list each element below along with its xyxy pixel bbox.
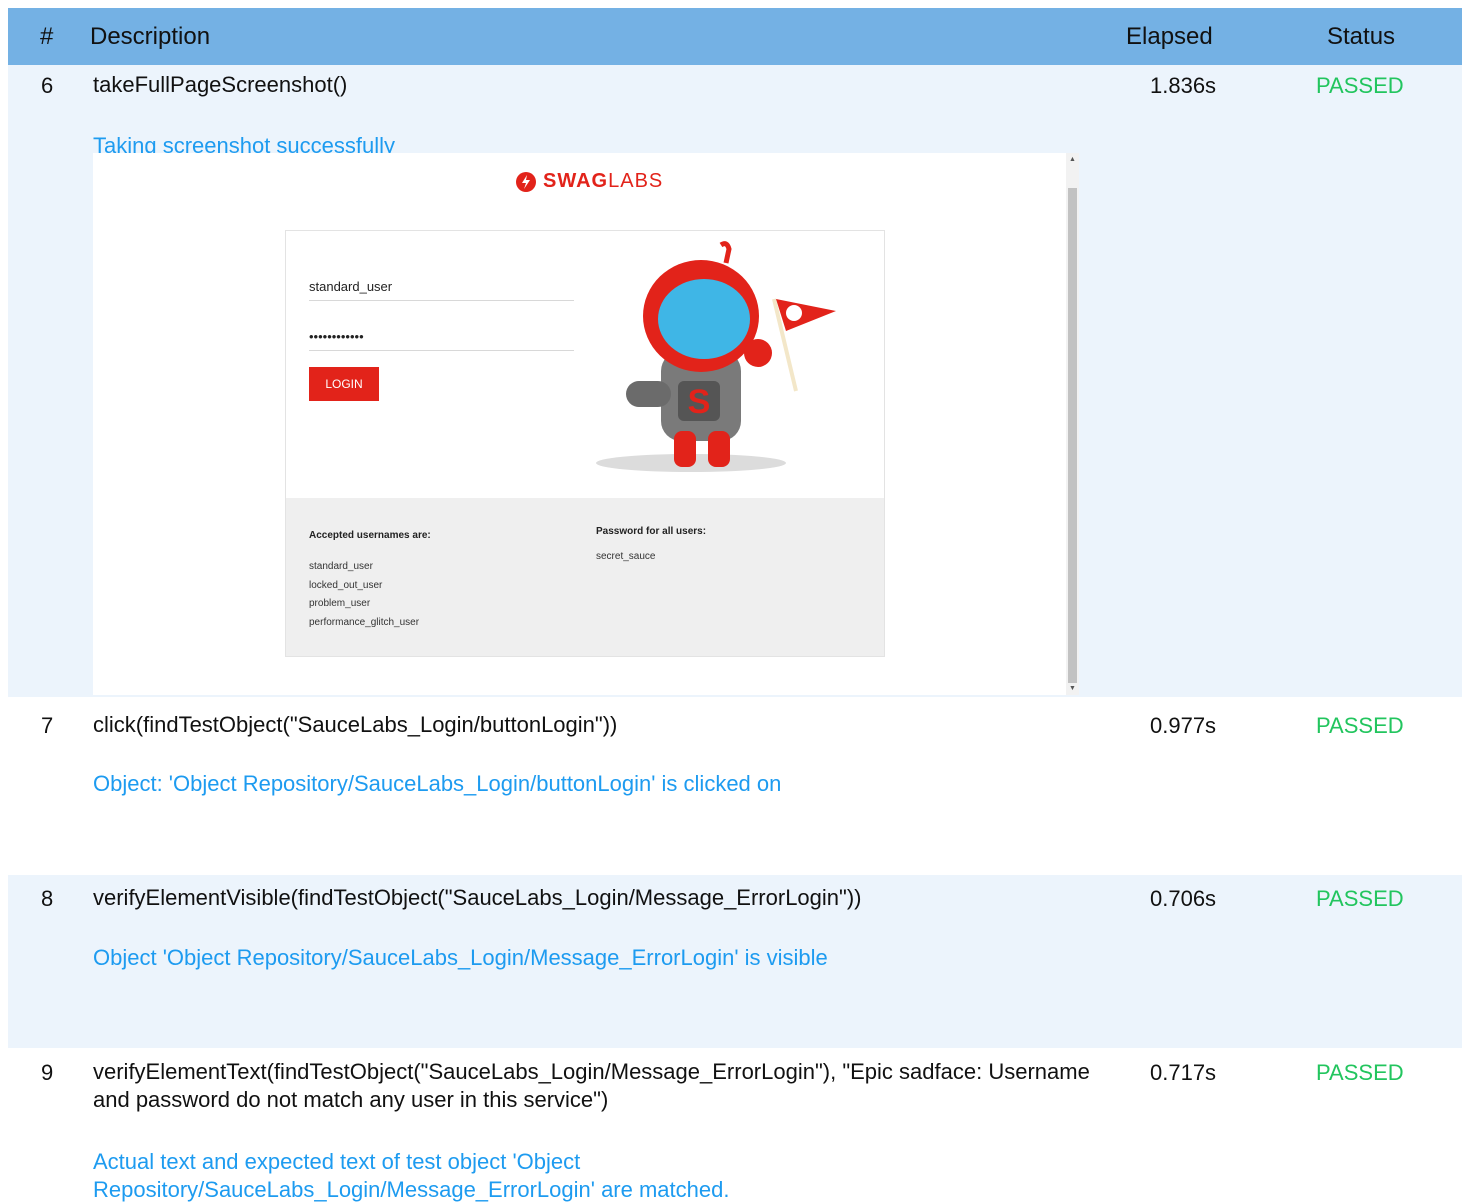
username-item: standard_user bbox=[309, 561, 373, 572]
username-item: problem_user bbox=[309, 598, 371, 609]
usernames-list: standard_user locked_out_user problem_us… bbox=[309, 558, 419, 632]
step-number: 6 bbox=[41, 73, 54, 98]
scroll-down-arrow-icon: ▼ bbox=[1069, 685, 1076, 692]
step-elapsed: 1.836s bbox=[1150, 73, 1217, 98]
swaglabs-logo-icon bbox=[516, 171, 536, 192]
table-row: 8 verifyElementVisible(findTestObject("S… bbox=[8, 875, 1462, 1048]
password-field: •••••••••••• bbox=[309, 311, 574, 351]
step-number: 7 bbox=[41, 713, 54, 738]
username-item: performance_glitch_user bbox=[309, 616, 420, 628]
step-status: PASSED bbox=[1316, 886, 1404, 911]
login-card: standard_user •••••••••••• LOGIN S Accep… bbox=[285, 230, 885, 657]
step-status: PASSED bbox=[1316, 73, 1404, 98]
step-message: Object: 'Object Repository/SauceLabs_Log… bbox=[93, 771, 782, 796]
step-elapsed: 0.717s bbox=[1150, 1060, 1217, 1085]
step-status: PASSED bbox=[1316, 713, 1404, 738]
scroll-up-arrow-icon: ▲ bbox=[1069, 156, 1076, 163]
step-description: takeFullPageScreenshot() bbox=[93, 72, 348, 97]
step-elapsed: 0.706s bbox=[1150, 886, 1217, 911]
table-row: 6 takeFullPageScreenshot() 1.836s PASSED… bbox=[8, 65, 1462, 697]
table-row: 9 verifyElementText(findTestObject("Sauc… bbox=[8, 1048, 1462, 1204]
robot-mascot-illustration: S bbox=[596, 241, 836, 472]
step-number: 9 bbox=[41, 1060, 54, 1085]
table-row: 7 click(findTestObject("SauceLabs_Login/… bbox=[8, 697, 1462, 875]
swaglabs-logo: SWAGLABS bbox=[515, 170, 663, 193]
step-description: verifyElementText(findTestObject("SauceL… bbox=[93, 1059, 1090, 1112]
step-elapsed: 0.977s bbox=[1150, 713, 1217, 738]
svg-text:S: S bbox=[688, 383, 711, 421]
step-description: click(findTestObject("SauceLabs_Login/bu… bbox=[93, 712, 618, 737]
header-description: Description bbox=[90, 23, 211, 50]
login-button: LOGIN bbox=[309, 367, 379, 401]
password-heading: Password for all users: bbox=[596, 526, 707, 537]
screenshot-image: SWAGLABS standard_user •••••••••••• LOGI… bbox=[93, 153, 1079, 695]
header-number: # bbox=[40, 23, 54, 50]
table-header: # Description Elapsed Status bbox=[8, 8, 1462, 65]
username-item: locked_out_user bbox=[309, 579, 383, 591]
password-hint: secret_sauce bbox=[596, 551, 656, 562]
header-status: Status bbox=[1327, 23, 1396, 50]
step-status: PASSED bbox=[1316, 1060, 1404, 1085]
step-number: 8 bbox=[41, 886, 54, 911]
step-description: verifyElementVisible(findTestObject("Sau… bbox=[93, 885, 862, 910]
credentials-panel: Accepted usernames are: standard_user lo… bbox=[286, 498, 884, 656]
header-elapsed: Elapsed bbox=[1126, 23, 1213, 50]
username-field: standard_user bbox=[309, 261, 574, 301]
step-message: Actual text and expected text of test ob… bbox=[93, 1149, 730, 1202]
screenshot-scrollbar-thumb bbox=[1068, 188, 1077, 683]
step-message: Object 'Object Repository/SauceLabs_Logi… bbox=[93, 945, 828, 970]
accepted-usernames-heading: Accepted usernames are: bbox=[309, 530, 431, 541]
